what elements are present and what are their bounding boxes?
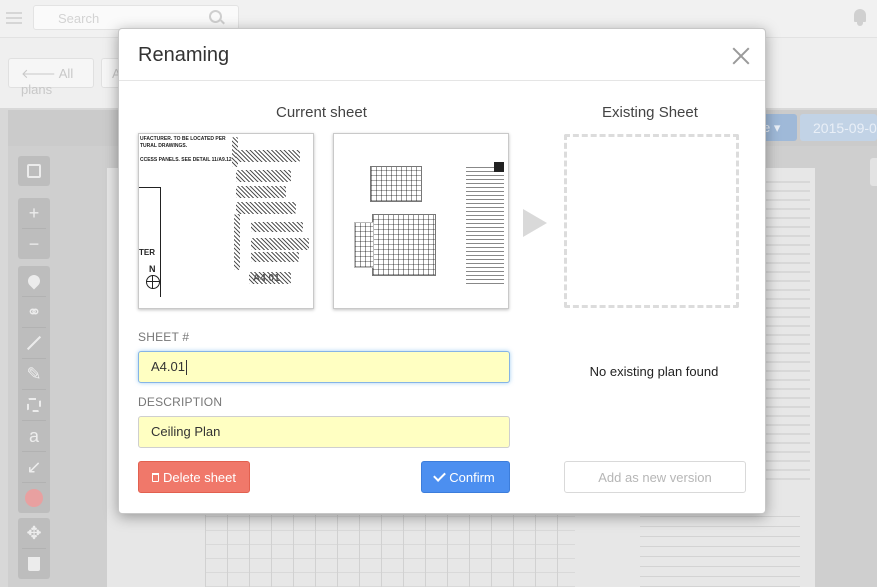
add-version-label: Add as new version (598, 469, 712, 485)
thumbnail-text: CCESS PANELS. SEE DETAIL 11/A9.12 (140, 157, 232, 163)
description-input[interactable]: Ceiling Plan (138, 416, 510, 448)
dialog-title: Renaming (138, 44, 230, 66)
sheet-number-input[interactable]: A4.01 (138, 351, 510, 383)
thumbnail-text: TURAL DRAWINGS. (140, 143, 188, 149)
current-sheet-title: Current sheet (276, 104, 367, 121)
sheet-number-value: A4.01 (151, 359, 185, 374)
current-sheet-full-thumbnail[interactable] (333, 133, 509, 309)
close-icon[interactable] (731, 46, 751, 66)
description-label: DESCRIPTION (138, 395, 223, 409)
delete-sheet-label: Delete sheet (163, 469, 236, 485)
existing-sheet-title: Existing Sheet (602, 104, 698, 121)
sheet-number-label: SHEET # (138, 330, 190, 344)
confirm-label: Confirm (449, 469, 495, 485)
trash-icon (152, 472, 159, 482)
thumbnail-text: N (149, 264, 156, 274)
confirm-button[interactable]: Confirm (421, 461, 510, 493)
add-as-new-version-button[interactable]: Add as new version (564, 461, 746, 493)
check-icon (433, 469, 447, 482)
play-arrow-icon (523, 209, 547, 237)
thumbnail-text: A4.01 (253, 273, 280, 284)
divider (119, 80, 765, 81)
no-existing-plan-text: No existing plan found (589, 364, 719, 379)
thumbnail-text: UFACTURER. TO BE LOCATED PER (140, 136, 226, 142)
thumbnail-text: TER (139, 248, 155, 257)
existing-sheet-placeholder (564, 134, 739, 308)
current-sheet-detail-thumbnail[interactable]: UFACTURER. TO BE LOCATED PER TURAL DRAWI… (138, 133, 314, 309)
delete-sheet-button[interactable]: Delete sheet (138, 461, 250, 493)
rename-dialog: Renaming Current sheet Existing Sheet UF… (118, 28, 766, 514)
description-value: Ceiling Plan (151, 424, 221, 439)
text-caret (185, 360, 187, 376)
